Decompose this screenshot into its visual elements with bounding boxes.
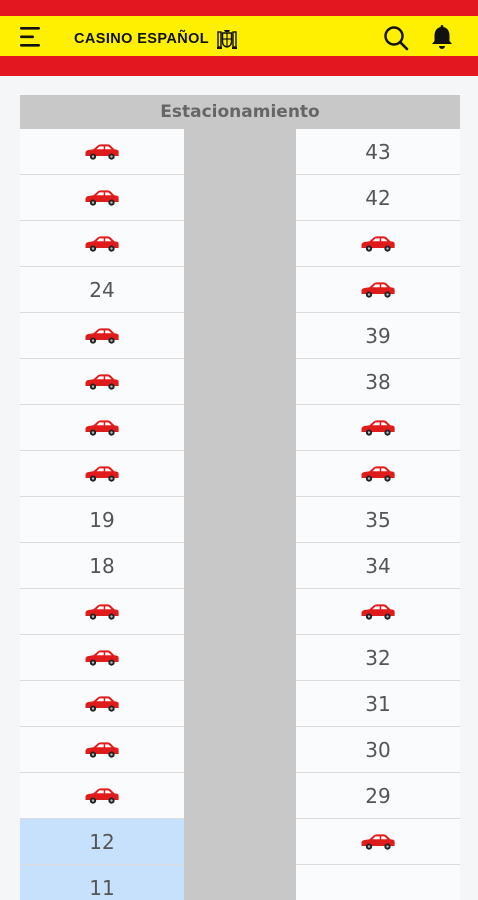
parking-spot[interactable]: [296, 589, 460, 635]
bell-icon: [432, 25, 452, 49]
spot-number: 24: [89, 277, 115, 302]
spot-number: 43: [365, 139, 391, 164]
search-button[interactable]: [382, 24, 410, 52]
spot-number: 34: [365, 553, 391, 578]
parking-spot[interactable]: 34: [296, 543, 460, 589]
spot-number: 12: [89, 829, 115, 854]
parking-spot[interactable]: 32: [296, 635, 460, 681]
parking-spot[interactable]: 35: [296, 497, 460, 543]
parking-spot[interactable]: 31: [296, 681, 460, 727]
parking-spot[interactable]: [296, 819, 460, 865]
parking-spot[interactable]: [296, 451, 460, 497]
car-icon: [361, 281, 395, 298]
spot-number: 39: [365, 323, 391, 348]
parking-spot[interactable]: 24: [20, 267, 184, 313]
car-icon: [85, 695, 119, 712]
parking-spot[interactable]: [20, 129, 184, 175]
parking-spot[interactable]: 42: [296, 175, 460, 221]
car-icon: [85, 235, 119, 252]
car-icon: [85, 327, 119, 344]
search-icon: [384, 26, 409, 51]
right-spot-column: 43 42 39 38 35 34 32 31 30 29: [296, 129, 460, 900]
car-icon: [361, 465, 395, 482]
parking-spot[interactable]: [296, 865, 460, 900]
car-icon: [361, 235, 395, 252]
spot-number: 35: [365, 507, 391, 532]
spot-number: 32: [365, 645, 391, 670]
flag-stripe-top: [0, 0, 478, 16]
spot-number: 31: [365, 691, 391, 716]
car-icon: [85, 649, 119, 666]
app-header: CASINO ESPAÑOL: [0, 0, 478, 76]
parking-spot[interactable]: [20, 221, 184, 267]
parking-spot[interactable]: [20, 681, 184, 727]
parking-spot[interactable]: [20, 635, 184, 681]
spot-number: 30: [365, 737, 391, 762]
parking-spot[interactable]: 38: [296, 359, 460, 405]
parking-spot[interactable]: [20, 589, 184, 635]
car-icon: [85, 603, 119, 620]
brand-logo[interactable]: CASINO ESPAÑOL: [74, 27, 238, 51]
car-icon: [361, 833, 395, 850]
parking-spot[interactable]: 11: [20, 865, 184, 900]
flag-stripe-bottom: [0, 56, 478, 76]
parking-spot[interactable]: [20, 773, 184, 819]
parking-spot[interactable]: [20, 405, 184, 451]
car-icon: [85, 787, 119, 804]
left-spot-column: 24 19 18 12 11: [20, 129, 184, 900]
car-icon: [361, 419, 395, 436]
car-icon: [85, 741, 119, 758]
car-icon: [85, 189, 119, 206]
crest-icon: [217, 30, 238, 49]
car-icon: [85, 465, 119, 482]
car-icon: [361, 603, 395, 620]
parking-title: Estacionamiento: [20, 95, 460, 129]
spot-number: 42: [365, 185, 391, 210]
spot-number: 29: [365, 783, 391, 808]
parking-map: Estacionamiento 24 19 18 12 11 43 42 39 38 35 34 3…: [20, 95, 460, 900]
car-icon: [85, 143, 119, 160]
notifications-button[interactable]: [430, 24, 454, 52]
parking-spot[interactable]: [296, 221, 460, 267]
car-icon: [85, 373, 119, 390]
parking-spot[interactable]: [296, 405, 460, 451]
car-icon: [85, 419, 119, 436]
parking-spot[interactable]: 39: [296, 313, 460, 359]
parking-spot[interactable]: [296, 267, 460, 313]
spot-number: 18: [89, 553, 115, 578]
parking-spot[interactable]: [20, 359, 184, 405]
spot-number: 11: [89, 875, 115, 900]
parking-spot[interactable]: 43: [296, 129, 460, 175]
parking-spot[interactable]: 30: [296, 727, 460, 773]
menu-button[interactable]: [17, 24, 45, 50]
parking-spot[interactable]: [20, 313, 184, 359]
parking-spot[interactable]: [20, 727, 184, 773]
parking-spot[interactable]: 19: [20, 497, 184, 543]
menu-icon: [20, 27, 40, 47]
parking-spot[interactable]: 29: [296, 773, 460, 819]
parking-spot[interactable]: [20, 175, 184, 221]
parking-aisle: [184, 129, 296, 900]
parking-spot[interactable]: 12: [20, 819, 184, 865]
spot-number: 38: [365, 369, 391, 394]
parking-spot[interactable]: 18: [20, 543, 184, 589]
parking-spot[interactable]: [20, 451, 184, 497]
brand-name: CASINO ESPAÑOL: [74, 31, 210, 47]
spot-number: 19: [89, 507, 115, 532]
